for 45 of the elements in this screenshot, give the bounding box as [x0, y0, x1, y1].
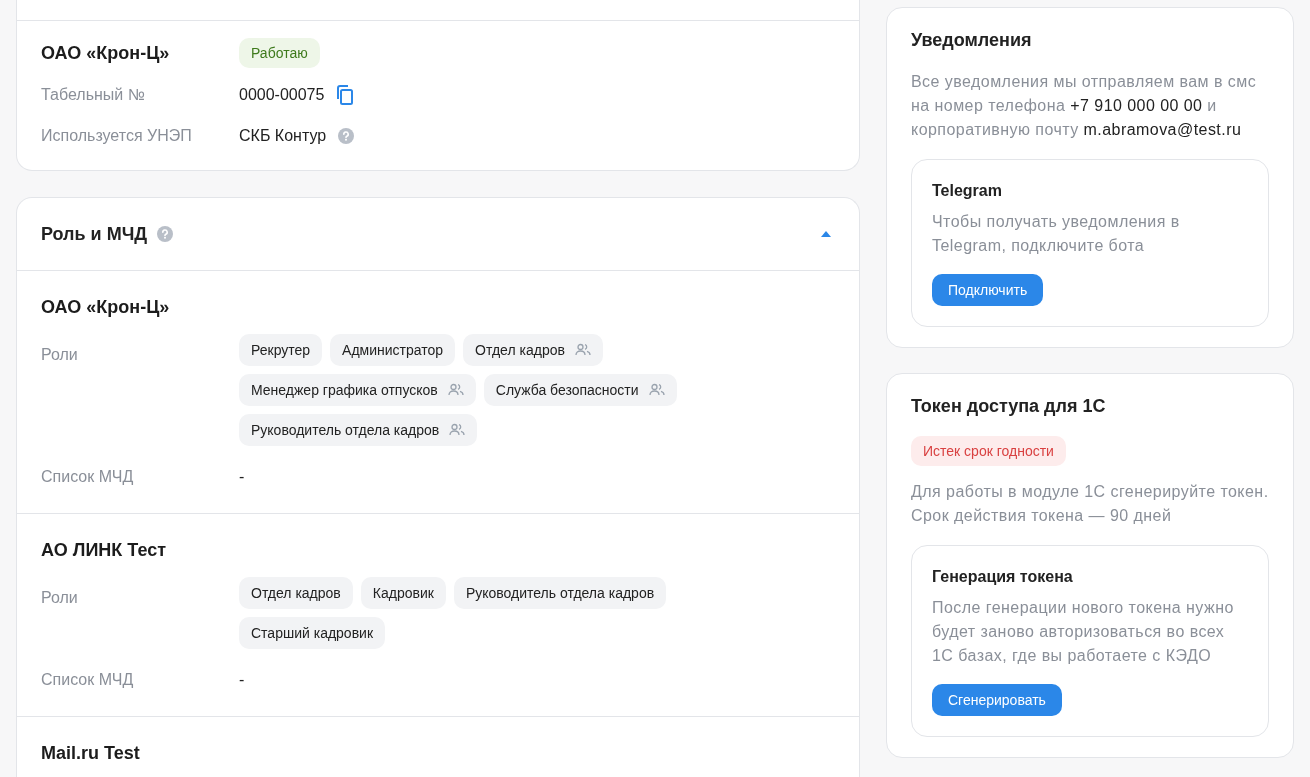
group-icon — [447, 383, 464, 397]
role-chip: Руководитель отдела кадров — [239, 414, 478, 446]
company-name: АО ЛИНК Тест — [41, 540, 167, 561]
role-chip: Руководитель отдела кадров — [453, 577, 667, 609]
role-chip: Менеджер графика отпусков — [239, 374, 476, 406]
copy-icon[interactable] — [336, 84, 355, 105]
field-label: Табельный № — [41, 85, 146, 104]
field-value: 0000-00075 — [239, 85, 325, 104]
status-badge: Истек срок годности — [911, 436, 1066, 466]
role-chip: Администратор — [330, 334, 456, 366]
group-icon — [449, 423, 466, 437]
role-chip: Старший кадровик — [239, 617, 386, 649]
field-label: Роли — [41, 346, 79, 364]
field-label: Список МЧД — [41, 468, 135, 486]
company-name: ОАО «Крон-Ц» — [41, 297, 171, 318]
status-badge: Работаю — [239, 38, 320, 68]
field-label: Роли — [41, 589, 79, 607]
group-icon — [648, 383, 665, 397]
help-icon[interactable] — [338, 127, 355, 144]
company-name: ОАО «Крон-Ц» — [41, 42, 171, 64]
help-icon[interactable] — [157, 226, 174, 242]
role-chip: Отдел кадров — [463, 334, 603, 366]
role-chip: Отдел кадров — [239, 577, 353, 609]
card-title: Telegram — [932, 182, 1003, 200]
collapse-caret-icon[interactable] — [821, 231, 831, 237]
field-label: Используется УНЭП — [41, 126, 193, 145]
generate-button[interactable]: Сгенерировать — [932, 684, 1062, 716]
notification-text: Все уведомления мы отправляем вам в смс на номер телефона +7 910 000 00 00 и корпоративную почту m.abramova@test.ru — [911, 72, 1258, 140]
card-title: Генерация токена — [932, 568, 1074, 586]
card-title: Токен доступа для 1С — [911, 396, 1107, 417]
card-text: Чтобы получать уведомления в Telegram, подключите бота — [932, 212, 1181, 256]
role-chip: Служба безопасности — [483, 374, 677, 406]
field-label: Список МЧД — [41, 671, 135, 689]
section-title: Роль и МЧД — [41, 223, 148, 245]
card-text: После генерации нового токена нужно будет заново авторизоваться во всех 1С базах, где вы работаете с КЭДО — [932, 598, 1235, 666]
field-value: СКБ Контур — [239, 126, 327, 145]
card-title: Уведомления — [911, 30, 1033, 51]
role-chip: Рекрутер — [239, 334, 323, 366]
card-text: Для работы в модуле 1С сгенерируйте токен. Срок действия токена — 90 дней — [911, 482, 1269, 526]
group-icon — [574, 343, 591, 357]
connect-button[interactable]: Подключить — [932, 274, 1044, 306]
role-chip: Кадровик — [360, 577, 446, 609]
field-value: - — [239, 468, 245, 486]
company-name: Mail.ru Test — [41, 743, 141, 764]
field-value: - — [239, 671, 245, 689]
